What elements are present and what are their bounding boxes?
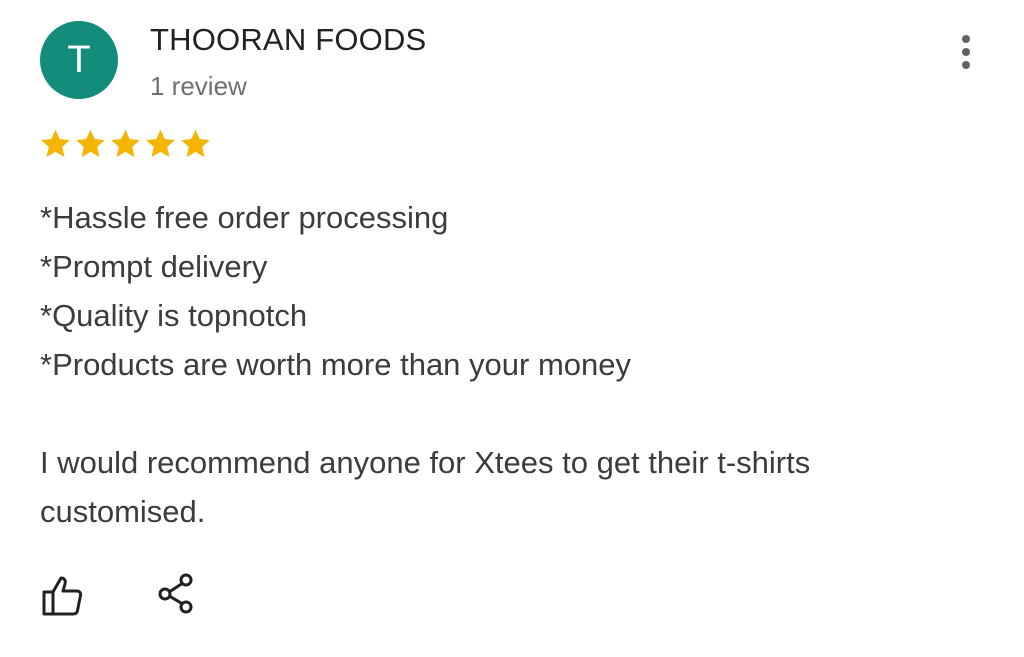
star-icon [111,129,140,157]
review-text: *Hassle free order processing *Prompt de… [40,193,980,536]
share-button[interactable] [156,573,198,615]
star-icon [41,129,70,157]
star-rating [38,126,213,162]
review-line: *Hassle free order processing [40,200,449,235]
star-icon [181,129,210,157]
star-icon [76,129,105,157]
review-card: T THOORAN FOODS 1 review *Hassle free or… [0,0,1024,657]
star-icon [146,129,175,157]
review-count: 1 review [150,71,247,101]
review-line: *Prompt delivery [40,249,268,284]
share-icon [158,573,193,614]
review-line: *Products are worth more than your money [40,347,631,382]
avatar[interactable]: T [40,21,118,99]
review-line: *Quality is topnotch [40,298,308,333]
reviewer-name[interactable]: THOORAN FOODS [150,22,426,58]
review-paragraph: I would recommend anyone for Xtees to ge… [40,445,811,529]
thumbs-up-icon [42,576,83,616]
more-vert-icon [962,35,970,43]
more-options-button[interactable] [950,30,982,74]
like-button[interactable] [40,574,84,618]
more-vert-icon-dot [962,48,970,56]
more-vert-icon-dot [962,61,970,69]
